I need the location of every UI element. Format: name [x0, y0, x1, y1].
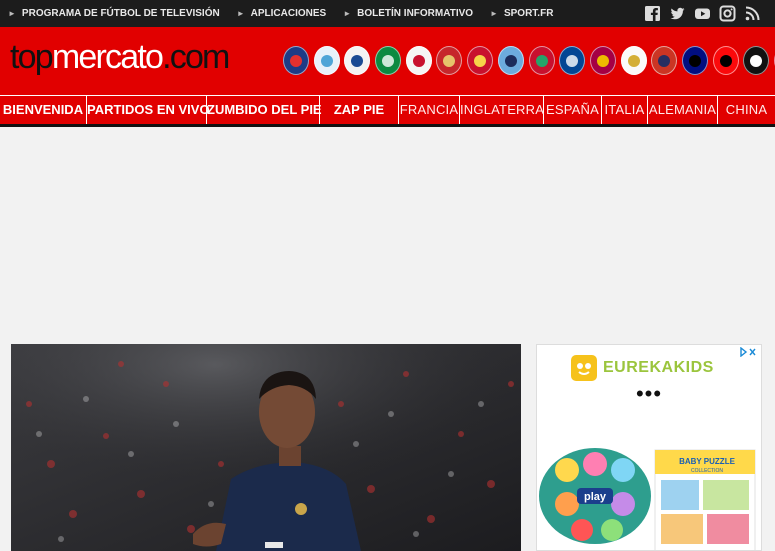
nav-item-germany[interactable]: ALEMANIA: [648, 96, 718, 124]
club-badge-manchester-city[interactable]: [497, 46, 524, 75]
top-link-apps[interactable]: ► APLICACIONES: [237, 8, 326, 19]
ad-brand-label: EUREKAKIDS: [603, 359, 714, 376]
ad-brand: EUREKAKIDS: [571, 355, 714, 381]
side-advertisement[interactable]: EUREKAKIDS ••• play BABY PUZZLE COLLECTI…: [536, 344, 762, 551]
ad-puzzle-sub: COLLECTION: [691, 468, 723, 474]
nav-item-buzz[interactable]: ZUMBIDO DEL PIE: [207, 96, 322, 124]
top-link-label: PROGRAMA DE FÚTBOL DE TELEVISIÓN: [21, 8, 220, 19]
arrow-icon: ►: [343, 9, 352, 18]
ad-banner-space: [0, 127, 775, 337]
club-badge-monaco[interactable]: [405, 46, 432, 75]
main-nav: BIENVENIDA PARTIDOS EN VIVO ZUMBIDO DEL …: [0, 95, 775, 124]
club-badge-psg[interactable]: [283, 46, 309, 75]
ad-product-image: play BABY PUZZLE COLLECTION: [539, 448, 756, 550]
top-link-label: SPORT.FR: [503, 8, 554, 19]
club-badge-ac-milan[interactable]: [712, 46, 739, 75]
youtube-icon[interactable]: [694, 5, 711, 22]
nav-item-england[interactable]: INGLATERRA: [460, 96, 544, 124]
nav-item-spain[interactable]: ESPAÑA: [544, 96, 602, 124]
eurekakids-logo-icon: [571, 355, 597, 381]
club-badge-liverpool[interactable]: [528, 46, 555, 75]
club-badge-juventus[interactable]: [743, 46, 770, 75]
arrow-icon: ►: [490, 9, 498, 18]
instagram-icon[interactable]: [719, 5, 736, 22]
club-badge-saint-etienne[interactable]: [375, 46, 402, 75]
nav-item-italy[interactable]: ITALIA: [602, 96, 648, 124]
rss-icon[interactable]: [744, 5, 761, 22]
club-badge-atletico-madrid[interactable]: [651, 46, 678, 75]
nav-item-france[interactable]: FRANCIA: [399, 96, 460, 124]
top-link-newsletter[interactable]: ► BOLETÍN INFORMATIVO: [343, 8, 473, 19]
top-link-label: BOLETÍN INFORMATIVO: [357, 8, 474, 19]
arrow-icon: ►: [236, 9, 245, 18]
top-bar: ► PROGRAMA DE FÚTBOL DE TELEVISIÓN ► APLIC…: [0, 0, 775, 27]
top-links: ► PROGRAMA DE FÚTBOL DE TELEVISIÓN ► APLIC…: [8, 0, 570, 27]
site-logo[interactable]: topmercato.com: [10, 38, 230, 77]
arrow-icon: ►: [8, 9, 16, 18]
ad-more-dots[interactable]: •••: [537, 381, 761, 407]
adchoices-icon[interactable]: [738, 347, 758, 357]
club-badge-lyon[interactable]: [344, 46, 371, 75]
site-header: topmercato.com: [0, 27, 775, 95]
nav-item-china[interactable]: CHINA: [718, 96, 775, 124]
top-link-label: APLICACIONES: [250, 8, 327, 19]
club-badge-arsenal[interactable]: [436, 46, 463, 75]
club-badge-inter[interactable]: [681, 46, 708, 75]
top-link-tv[interactable]: ► PROGRAMA DE FÚTBOL DE TELEVISIÓN: [8, 8, 220, 19]
social-links: [636, 5, 761, 22]
logo-part: top: [10, 38, 54, 76]
ad-play-label: play: [584, 491, 607, 503]
nav-item-live[interactable]: PARTIDOS EN VIVO: [87, 96, 210, 124]
logo-part: mercato: [51, 38, 164, 76]
top-link-sport[interactable]: ► SPORT.FR: [490, 8, 553, 19]
club-badge-barcelona[interactable]: [589, 46, 616, 75]
club-badge-chelsea[interactable]: [559, 46, 586, 75]
club-badge-manchester-united[interactable]: [467, 46, 494, 75]
twitter-icon[interactable]: [669, 5, 686, 22]
nav-item-zap[interactable]: ZAP PIE: [320, 96, 399, 124]
club-badge-marseille[interactable]: [313, 46, 340, 75]
logo-part: .com: [162, 38, 230, 76]
club-badge-real-madrid[interactable]: [620, 46, 647, 75]
player-photo: [11, 344, 521, 551]
facebook-icon[interactable]: [644, 5, 661, 22]
article-hero-image[interactable]: [11, 344, 521, 551]
nav-item-home[interactable]: BIENVENIDA: [0, 96, 87, 124]
club-badges: [283, 46, 775, 75]
ad-puzzle-title: BABY PUZZLE: [679, 457, 736, 466]
